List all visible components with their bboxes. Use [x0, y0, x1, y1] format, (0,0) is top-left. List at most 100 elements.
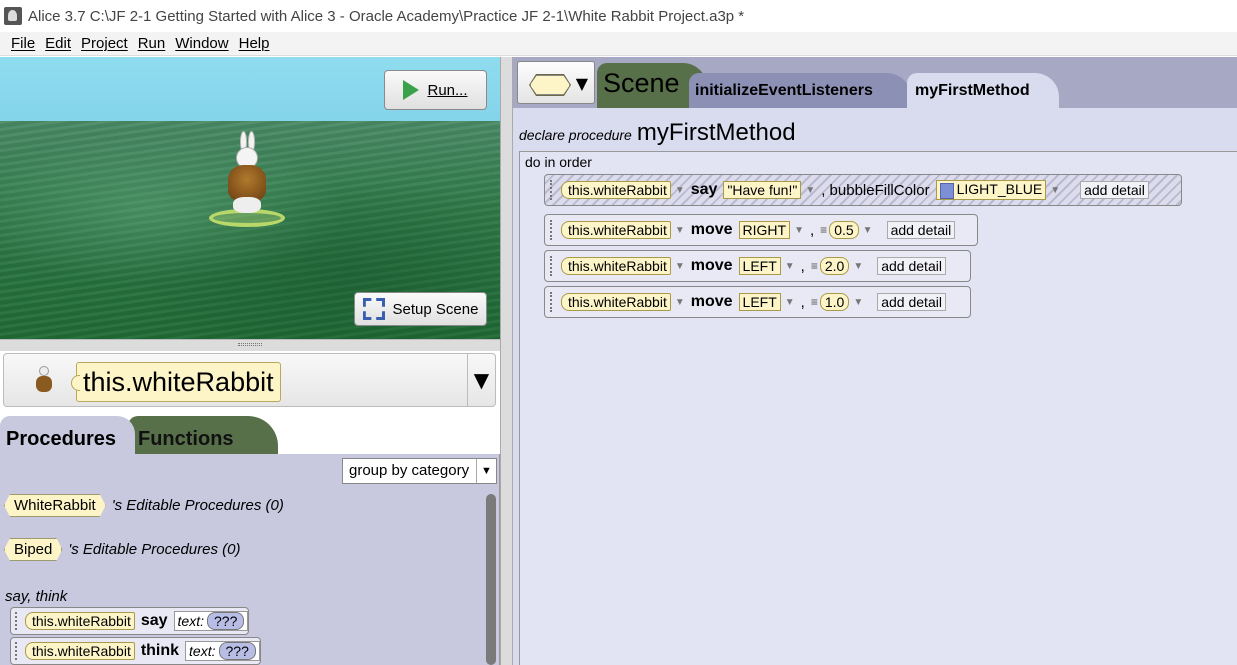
horizontal-splitter[interactable] — [0, 339, 500, 351]
class-tag-whiterabbit[interactable]: WhiteRabbit — [4, 494, 106, 517]
procedure-keyword: think — [140, 642, 180, 659]
object-chip[interactable]: this.whiteRabbit — [561, 181, 671, 199]
scene-view[interactable]: Run... Setup Scene — [0, 57, 500, 339]
statement-move[interactable]: this.whiteRabbit ▼ move LEFT ▼ , ≡ 2.0 ▼… — [544, 250, 971, 282]
tab-initialize-event-listeners[interactable]: initializeEventListeners — [689, 73, 911, 108]
setup-scene-button[interactable]: Setup Scene — [354, 292, 487, 326]
statement-move[interactable]: this.whiteRabbit ▼ move RIGHT ▼ , ≡ 0.5 … — [544, 214, 978, 246]
title-bar: Alice 3.7 C:\JF 2-1 Getting Started with… — [0, 0, 1237, 32]
procedure-keyword: say — [690, 181, 718, 198]
chevron-down-icon[interactable]: ▼ — [863, 225, 873, 236]
category-label: say, think — [5, 588, 68, 605]
chevron-down-icon[interactable]: ▼ — [785, 297, 795, 308]
menu-run[interactable]: Run — [133, 35, 171, 52]
amount-argument[interactable]: 0.5 — [829, 221, 859, 239]
add-detail-button[interactable]: add detail — [877, 293, 946, 311]
chevron-down-icon[interactable]: ▼ — [1050, 185, 1060, 196]
run-button[interactable]: Run... — [384, 70, 487, 110]
procedure-tile-say[interactable]: this.whiteRabbit say text: ??? — [10, 607, 250, 635]
object-chip: this.whiteRabbit — [25, 612, 135, 630]
tab-functions[interactable]: Functions — [128, 416, 278, 454]
group-by-value: group by category — [349, 462, 470, 479]
vertical-splitter[interactable] — [500, 57, 513, 665]
run-label: Run... — [427, 81, 468, 99]
add-detail-button[interactable]: add detail — [1080, 181, 1149, 199]
amount-argument[interactable]: 2.0 — [819, 257, 850, 275]
direction-argument[interactable]: LEFT — [738, 257, 781, 275]
do-in-order-block[interactable]: do in order this.whiteRabbit ▼ say "Have… — [519, 151, 1237, 665]
separator: , — [810, 221, 815, 239]
direction-argument[interactable]: RIGHT — [738, 221, 791, 239]
amount-argument[interactable]: 1.0 — [819, 293, 850, 311]
class-row-whiterabbit: WhiteRabbit 's Editable Procedures (0) — [4, 494, 284, 517]
procedure-keyword: move — [690, 257, 733, 274]
tab-my-first-method[interactable]: myFirstMethod — [907, 73, 1059, 108]
rabbit-body — [228, 165, 266, 201]
param-text: text: ??? — [173, 611, 249, 631]
setup-scene-label: Setup Scene — [392, 300, 479, 318]
param-value: ??? — [207, 612, 245, 630]
add-detail-button[interactable]: add detail — [877, 257, 946, 275]
alice-app-icon — [4, 7, 22, 25]
class-row-suffix: 's Editable Procedures (0) — [111, 497, 284, 514]
color-value: LIGHT_BLUE — [956, 181, 1043, 198]
menu-bar: File Edit Project Run Window Help — [0, 32, 1237, 56]
chevron-down-icon[interactable]: ▼ — [805, 185, 815, 196]
procedure-keyword: say — [140, 612, 168, 629]
chevron-down-icon[interactable]: ▼ — [675, 261, 685, 272]
rabbit-thumbnail-icon — [32, 366, 56, 396]
chevron-down-icon[interactable]: ▼ — [794, 225, 804, 236]
chevron-down-icon[interactable]: ▼ — [675, 297, 685, 308]
class-tag-biped[interactable]: Biped — [4, 538, 62, 561]
direction-argument[interactable]: LEFT — [738, 293, 781, 311]
class-row-suffix: 's Editable Procedures (0) — [68, 541, 241, 558]
menu-edit[interactable]: Edit — [40, 35, 76, 52]
window-title: Alice 3.7 C:\JF 2-1 Getting Started with… — [28, 7, 745, 25]
chevron-down-icon: ▼ — [476, 459, 496, 483]
object-chip[interactable]: this.whiteRabbit — [561, 293, 671, 311]
tab-procedures[interactable]: Procedures — [0, 416, 135, 454]
setup-scene-icon — [363, 298, 385, 320]
chevron-down-icon[interactable]: ▼ — [675, 185, 685, 196]
chevron-down-icon[interactable]: ▼ — [785, 261, 795, 272]
statement-move[interactable]: this.whiteRabbit ▼ move LEFT ▼ , ≡ 1.0 ▼… — [544, 286, 971, 318]
procedure-tile-think[interactable]: this.whiteRabbit think text: ??? — [10, 637, 261, 665]
group-by-select[interactable]: group by category ▼ — [342, 458, 497, 484]
menu-project[interactable]: Project — [76, 35, 133, 52]
object-chip[interactable]: this.whiteRabbit — [561, 257, 671, 275]
menu-file[interactable]: File — [6, 35, 40, 52]
add-detail-button[interactable]: add detail — [886, 221, 956, 239]
chevron-down-icon[interactable]: ▼ — [675, 225, 685, 236]
procedure-declaration: declare procedure myFirstMethod — [519, 119, 796, 147]
method-name: myFirstMethod — [636, 119, 796, 146]
bubble-fill-label: , bubbleFillColor — [821, 181, 930, 199]
rabbit-legs — [233, 197, 261, 213]
chevron-down-icon[interactable]: ▼ — [853, 261, 863, 272]
param-value: ??? — [218, 642, 256, 660]
member-tabs: Functions Procedures — [0, 410, 500, 454]
hexagon-icon — [530, 75, 570, 95]
procedure-keyword: move — [690, 293, 733, 310]
selected-object-label: this.whiteRabbit — [71, 362, 281, 402]
procedures-palette: group by category ▼ WhiteRabbit 's Edita… — [0, 454, 500, 665]
splitter-grip-icon — [238, 343, 262, 346]
number-icon: ≡ — [810, 295, 818, 309]
param-label: text: — [189, 643, 216, 659]
play-icon — [403, 80, 420, 100]
object-chip[interactable]: this.whiteRabbit — [561, 221, 671, 239]
chevron-down-icon: ▼ — [575, 74, 588, 93]
chevron-down-icon[interactable]: ▼ — [853, 297, 863, 308]
statement-say[interactable]: this.whiteRabbit ▼ say "Have fun!" ▼ , b… — [544, 174, 1182, 206]
color-argument[interactable]: LIGHT_BLUE — [935, 180, 1047, 200]
class-shape-button[interactable]: ▼ — [517, 61, 595, 104]
menu-help[interactable]: Help — [234, 35, 275, 52]
white-rabbit-model[interactable] — [206, 131, 288, 227]
menu-window[interactable]: Window — [170, 35, 233, 52]
object-chip: this.whiteRabbit — [25, 642, 135, 660]
palette-scrollbar[interactable] — [486, 494, 496, 665]
object-selector[interactable]: this.whiteRabbit ▼ — [3, 353, 496, 407]
number-icon: ≡ — [810, 259, 818, 273]
param-text: text: ??? — [185, 641, 260, 661]
object-dropdown-button[interactable]: ▼ — [467, 354, 495, 406]
text-argument[interactable]: "Have fun!" — [723, 181, 802, 199]
